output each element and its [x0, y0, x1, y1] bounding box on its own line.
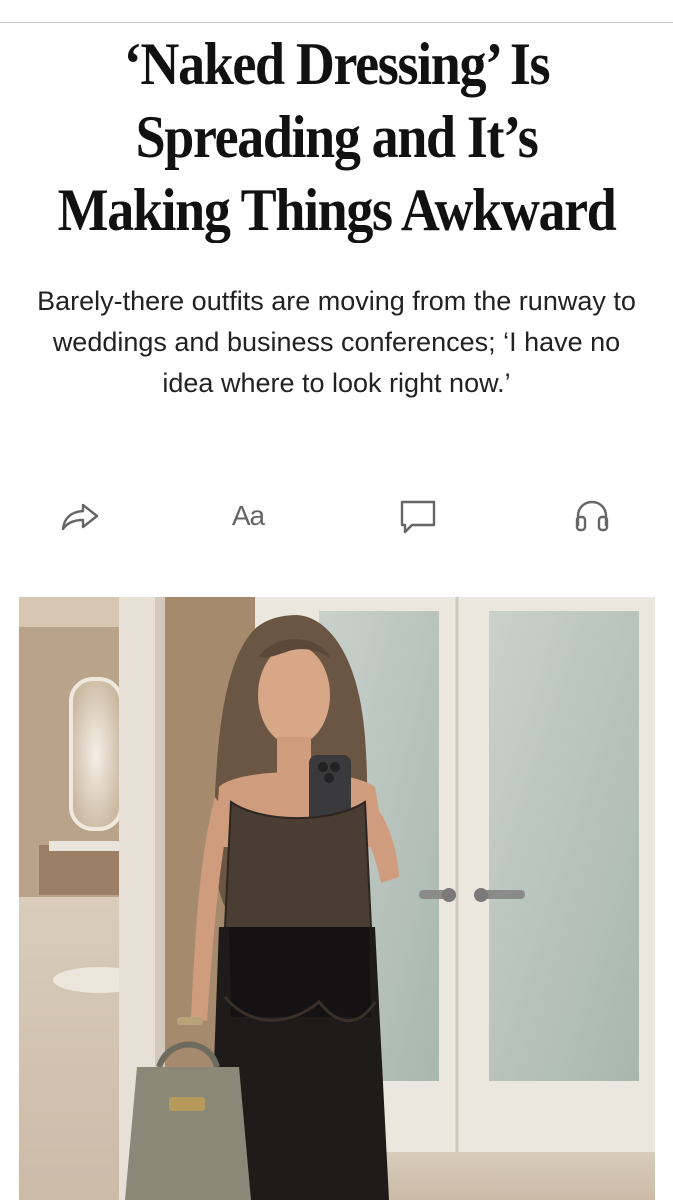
- comment-bubble-icon: [400, 500, 436, 534]
- comments-button[interactable]: [394, 492, 442, 540]
- share-button[interactable]: [56, 492, 104, 540]
- article-dek: Barely-there outfits are moving from the…: [37, 286, 636, 398]
- headphones-icon: [575, 500, 609, 532]
- text-size-button[interactable]: Aa: [224, 492, 272, 540]
- share-arrow-icon: [61, 503, 99, 531]
- article-toolbar: Aa: [0, 492, 673, 540]
- listen-button[interactable]: [568, 492, 616, 540]
- text-size-label: Aa: [231, 500, 265, 531]
- article-photo: [19, 597, 655, 1200]
- article-headline: ‘Naked Dressing’ Is Spreading and It’s M…: [57, 31, 617, 243]
- top-divider: [0, 22, 673, 23]
